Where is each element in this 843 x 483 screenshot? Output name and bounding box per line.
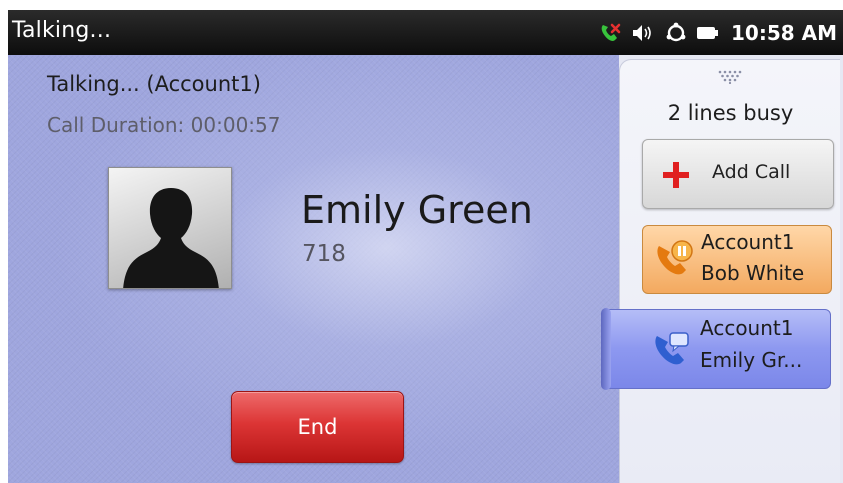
contact-name: Emily Green	[301, 188, 533, 232]
status-bar-title: Talking...	[12, 18, 112, 43]
missed-call-icon	[599, 22, 621, 44]
lines-busy-label: 2 lines busy	[667, 101, 794, 125]
call-on-hold-icon	[653, 238, 695, 284]
end-call-button[interactable]: End	[231, 391, 404, 463]
call-status: Talking... (Account1)	[47, 72, 261, 96]
lines-panel: 2 lines busy Add Call Account1 Bob White…	[601, 55, 843, 483]
status-bar: Talking... 10:58 AM	[8, 10, 843, 55]
contact-number: 718	[302, 241, 346, 267]
plus-icon	[661, 160, 691, 194]
status-icons: 10:58 AM	[589, 10, 837, 55]
contact-avatar	[108, 167, 232, 289]
sync-icon	[665, 22, 687, 44]
line-account: Account1	[701, 230, 795, 254]
line-item-emily-green[interactable]: Account1 Emily Gr...	[601, 308, 831, 390]
active-call-icon	[651, 328, 693, 374]
volume-icon	[631, 23, 655, 43]
active-line-tab	[601, 308, 611, 390]
line-contact: Emily Gr...	[700, 348, 803, 372]
lines-panel-body: 2 lines busy Add Call Account1 Bob White	[619, 59, 840, 483]
clock: 10:58 AM	[730, 20, 837, 45]
call-duration: Call Duration: 00:00:57	[47, 113, 281, 137]
line-contact: Bob White	[701, 261, 805, 285]
panel-handle-icon[interactable]	[718, 69, 742, 88]
battery-icon	[696, 26, 719, 40]
line-item-bob-white[interactable]: Account1 Bob White	[642, 225, 832, 294]
line-account: Account1	[700, 316, 794, 340]
call-panel: Talking... (Account1) Call Duration: 00:…	[8, 55, 619, 483]
add-call-label: Add Call	[712, 161, 791, 183]
add-call-button[interactable]: Add Call	[642, 139, 834, 209]
